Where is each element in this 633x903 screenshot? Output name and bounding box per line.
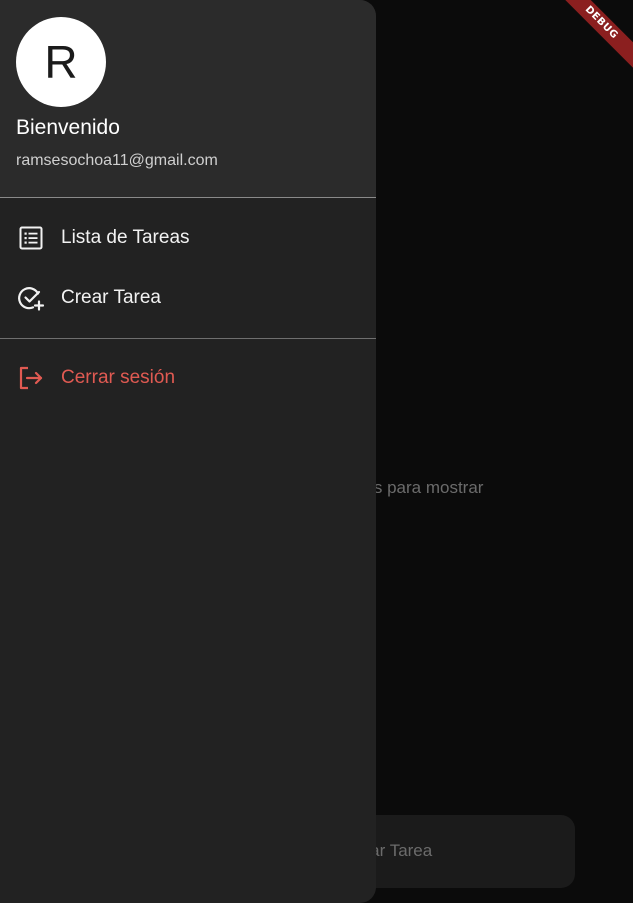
user-email: ramsesochoa11@gmail.com [16, 152, 218, 169]
navigation-drawer: R Bienvenido ramsesochoa11@gmail.com Lis… [0, 0, 376, 903]
avatar-initial: R [44, 36, 78, 88]
app-screen: No hay tareas para mostrar Crear Tarea R… [0, 0, 633, 903]
check-add-icon [17, 284, 45, 312]
avatar: R [16, 17, 106, 107]
menu-item-create-task[interactable]: Crear Tarea [0, 270, 376, 326]
logout-icon [17, 364, 45, 392]
menu-item-label: Crear Tarea [61, 287, 161, 308]
menu-item-label: Lista de Tareas [61, 227, 190, 248]
logout-label: Cerrar sesión [61, 367, 176, 388]
menu-divider [0, 338, 376, 339]
menu-item-logout[interactable]: Cerrar sesión [0, 350, 376, 406]
list-icon [17, 224, 45, 252]
drawer-header: R Bienvenido ramsesochoa11@gmail.com [0, 0, 376, 198]
menu-item-task-list[interactable]: Lista de Tareas [0, 210, 376, 266]
welcome-title: Bienvenido [16, 116, 120, 139]
